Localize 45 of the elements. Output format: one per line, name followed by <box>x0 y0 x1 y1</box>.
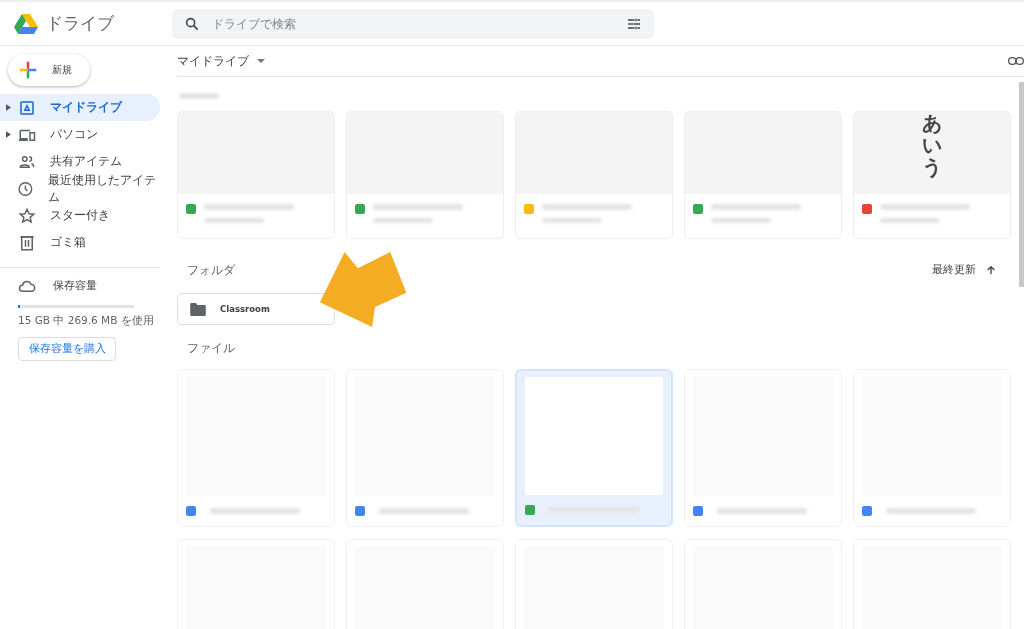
search-field[interactable]: ドライブで検索 <box>172 8 654 39</box>
blurred-text <box>711 218 771 223</box>
clock-icon <box>17 179 35 198</box>
folder-card[interactable]: Classroom <box>177 293 335 325</box>
blurred-text <box>373 218 433 223</box>
file-card[interactable] <box>177 111 335 239</box>
file-card[interactable] <box>684 111 842 239</box>
star-icon <box>18 206 36 225</box>
scrollbar[interactable] <box>1019 82 1024 287</box>
sidebar-item[interactable]: 共有アイテム <box>0 148 160 175</box>
file-card[interactable] <box>346 111 504 239</box>
drive-icon <box>18 98 36 117</box>
drive-logo-icon <box>14 12 38 35</box>
section-heading: フォルダ <box>187 261 235 279</box>
file-card[interactable] <box>515 369 673 527</box>
file-card[interactable]: あいう <box>853 111 1011 239</box>
sidebar-item[interactable]: 最近使用したアイテム <box>0 175 160 202</box>
expand-arrow-icon[interactable] <box>6 104 11 111</box>
new-button[interactable]: 新規 <box>8 54 90 86</box>
thumbnail-text: あいう <box>922 112 942 181</box>
link-icon[interactable] <box>1008 56 1024 66</box>
dropdown-icon <box>257 59 265 63</box>
buy-storage-button[interactable]: 保存容量を購入 <box>18 337 116 361</box>
blurred-text <box>880 218 940 223</box>
folder-icon <box>190 302 206 316</box>
section-heading: ファイル <box>187 339 235 357</box>
my-drive-title-button[interactable]: マイドライブ <box>177 52 265 70</box>
sort-button[interactable]: 最終更新 <box>926 262 1002 278</box>
plus-icon <box>18 60 38 80</box>
search-icon <box>184 15 200 32</box>
file-card[interactable] <box>515 111 673 239</box>
trash-icon <box>18 233 36 252</box>
blurred-text <box>542 218 602 223</box>
sidebar-item[interactable]: ゴミ箱 <box>0 229 160 256</box>
arrow-up-icon <box>986 265 996 275</box>
sidebar-item[interactable]: マイドライブ <box>0 94 160 121</box>
storage-label: 保存容量 <box>53 279 97 293</box>
sidebar-item[interactable]: スター付き <box>0 202 160 229</box>
search-input[interactable]: ドライブで検索 <box>210 15 616 32</box>
blurred-text <box>204 218 264 223</box>
blurred-heading <box>179 93 219 99</box>
storage-usage: 15 GB 中 269.6 MB を使用 <box>18 314 155 328</box>
app-name: ドライブ <box>46 12 114 35</box>
sidebar-item[interactable]: パソコン <box>0 121 160 148</box>
expand-arrow-icon[interactable] <box>6 131 11 138</box>
